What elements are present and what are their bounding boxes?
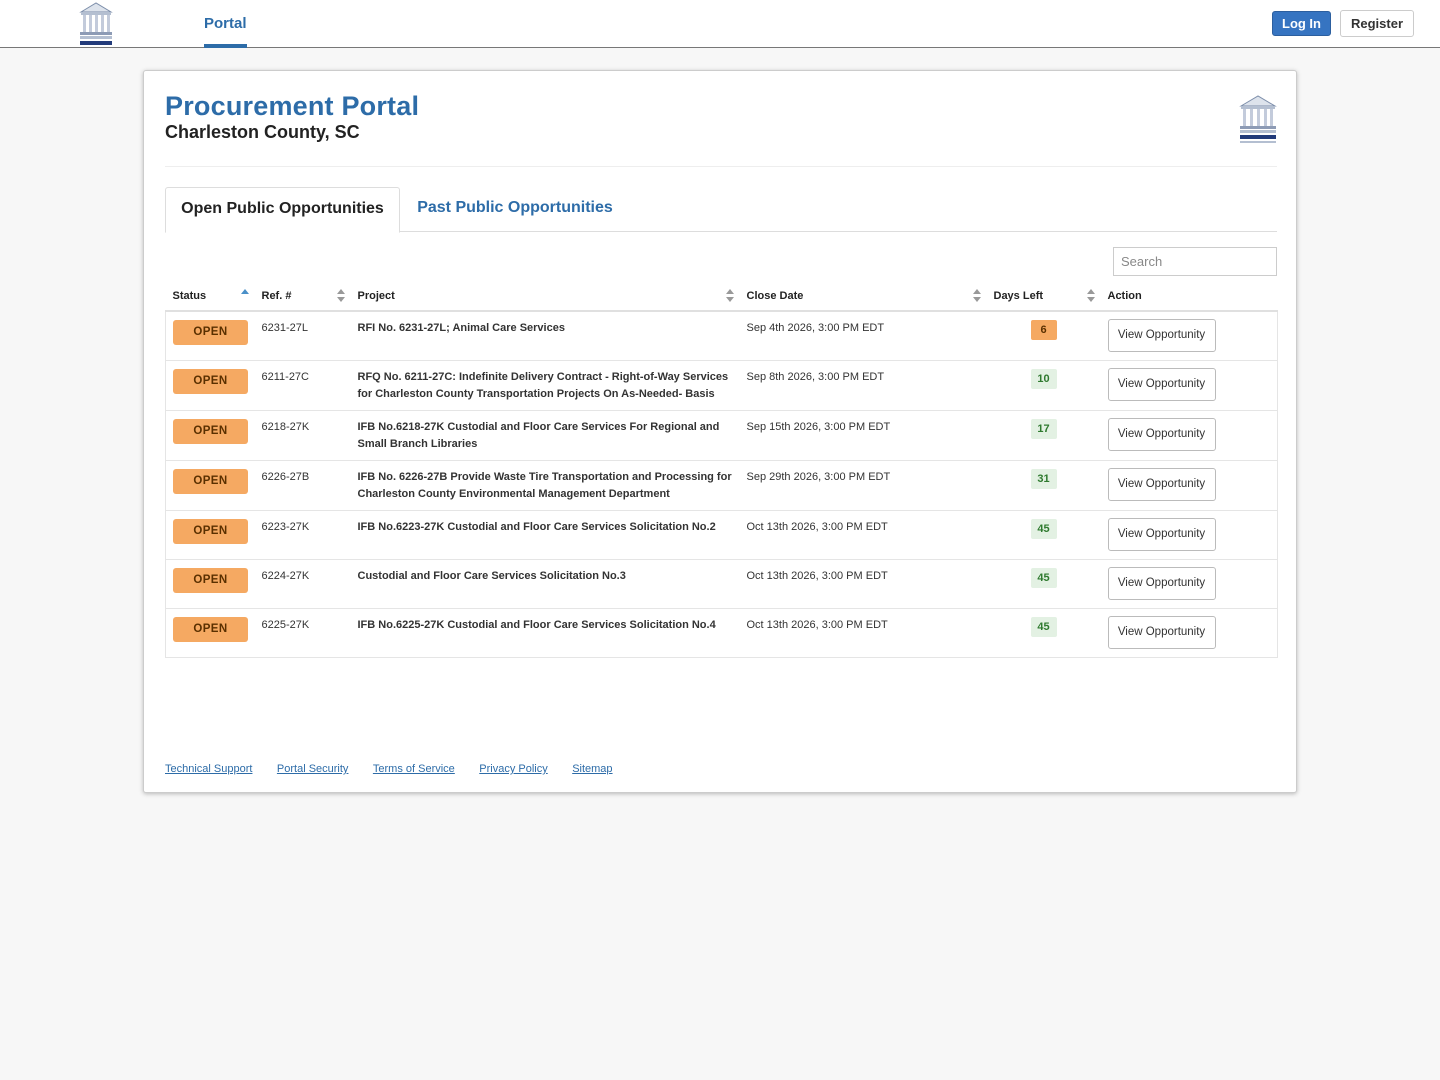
- table-header-row: Status Ref. # Project Close Date Days Le…: [165, 281, 1278, 312]
- close-date: Sep 8th 2026, 3:00 PM EDT: [739, 360, 987, 411]
- column-header-label: Days Left: [993, 289, 1044, 302]
- column-header-label: Project: [357, 289, 395, 302]
- footer-link-sitemap[interactable]: Sitemap: [572, 763, 612, 775]
- status-badge: OPEN: [173, 320, 248, 345]
- column-header-label: Close Date: [746, 289, 804, 302]
- days-left-badge: 17: [1030, 419, 1057, 439]
- sort-icon: [972, 289, 981, 303]
- sort-icon: [1086, 289, 1095, 303]
- column-header-label: Status: [172, 289, 207, 302]
- column-header-project[interactable]: Project: [350, 281, 740, 312]
- status-badge: OPEN: [173, 519, 248, 544]
- charleston-county-seal-icon: [1239, 95, 1277, 143]
- nav-tab-portal[interactable]: Portal: [204, 0, 247, 48]
- close-date: Oct 13th 2026, 3:00 PM EDT: [739, 559, 987, 609]
- charleston-county-seal-icon[interactable]: [78, 0, 114, 47]
- days-left-badge: 45: [1030, 568, 1057, 588]
- days-left-badge: 45: [1030, 519, 1057, 539]
- view-opportunity-button[interactable]: View Opportunity: [1107, 567, 1216, 600]
- table-row: OPEN 6226-27B IFB No. 6226-27B Provide W…: [165, 460, 1278, 511]
- column-header-label: Ref. #: [261, 289, 292, 302]
- column-header-close-date[interactable]: Close Date: [739, 281, 987, 312]
- header-divider: [165, 166, 1277, 167]
- view-opportunity-button[interactable]: View Opportunity: [1107, 368, 1216, 401]
- status-badge: OPEN: [173, 419, 248, 444]
- project-title: IFB No.6223-27K Custodial and Floor Care…: [350, 510, 740, 560]
- login-button[interactable]: Log In: [1272, 11, 1331, 36]
- opportunities-table: Status Ref. # Project Close Date Days Le…: [165, 281, 1278, 658]
- project-title: IFB No.6218-27K Custodial and Floor Care…: [350, 410, 740, 461]
- close-date: Sep 15th 2026, 3:00 PM EDT: [739, 410, 987, 461]
- status-badge: OPEN: [173, 369, 248, 394]
- project-title: RFQ No. 6211-27C: Indefinite Delivery Co…: [350, 360, 740, 411]
- ref-number: 6218-27K: [254, 410, 351, 461]
- view-opportunity-button[interactable]: View Opportunity: [1107, 319, 1216, 352]
- footer-link-technical-support[interactable]: Technical Support: [165, 763, 252, 775]
- sort-icon: [336, 289, 345, 303]
- register-button[interactable]: Register: [1340, 10, 1414, 37]
- footer-link-portal-security[interactable]: Portal Security: [277, 763, 349, 775]
- table-row: OPEN 6231-27L RFI No. 6231-27L; Animal C…: [165, 310, 1278, 361]
- project-title: RFI No. 6231-27L; Animal Care Services: [350, 310, 740, 361]
- sort-icon: [725, 289, 734, 303]
- status-badge: OPEN: [173, 568, 248, 593]
- footer-links: Technical Support Portal Security Terms …: [165, 759, 633, 775]
- table-row: OPEN 6223-27K IFB No.6223-27K Custodial …: [165, 510, 1278, 560]
- ref-number: 6225-27K: [254, 608, 351, 658]
- close-date: Oct 13th 2026, 3:00 PM EDT: [739, 510, 987, 560]
- sort-ascending-icon: [240, 289, 249, 303]
- table-row: OPEN 6218-27K IFB No.6218-27K Custodial …: [165, 410, 1278, 461]
- close-date: Sep 29th 2026, 3:00 PM EDT: [739, 460, 987, 511]
- table-row: OPEN 6224-27K Custodial and Floor Care S…: [165, 559, 1278, 609]
- column-header-days-left[interactable]: Days Left: [986, 281, 1101, 312]
- days-left-badge: 10: [1030, 369, 1057, 389]
- project-title: IFB No.6225-27K Custodial and Floor Care…: [350, 608, 740, 658]
- project-title: Custodial and Floor Care Services Solici…: [350, 559, 740, 609]
- table-row: OPEN 6211-27C RFQ No. 6211-27C: Indefini…: [165, 360, 1278, 411]
- footer-link-terms-of-service[interactable]: Terms of Service: [373, 763, 455, 775]
- column-header-action: Action: [1100, 281, 1278, 312]
- view-opportunity-button[interactable]: View Opportunity: [1107, 468, 1216, 501]
- tab-past-opportunities[interactable]: Past Public Opportunities: [400, 187, 630, 231]
- days-left-badge: 45: [1030, 617, 1057, 637]
- main-card: Procurement Portal Charleston County, SC…: [143, 70, 1297, 793]
- page-subtitle: Charleston County, SC: [165, 122, 360, 142]
- view-opportunity-button[interactable]: View Opportunity: [1107, 518, 1216, 551]
- column-header-status[interactable]: Status: [165, 281, 255, 312]
- page-title: Procurement Portal: [165, 91, 420, 121]
- top-navbar: Portal Log In Register: [0, 0, 1440, 48]
- ref-number: 6231-27L: [254, 310, 351, 361]
- status-badge: OPEN: [173, 469, 248, 494]
- ref-number: 6211-27C: [254, 360, 351, 411]
- close-date: Oct 13th 2026, 3:00 PM EDT: [739, 608, 987, 658]
- days-left-badge: 31: [1030, 469, 1057, 489]
- footer-link-privacy-policy[interactable]: Privacy Policy: [479, 763, 547, 775]
- close-date: Sep 4th 2026, 3:00 PM EDT: [739, 310, 987, 361]
- table-row: OPEN 6225-27K IFB No.6225-27K Custodial …: [165, 608, 1278, 658]
- ref-number: 6223-27K: [254, 510, 351, 560]
- ref-number: 6226-27B: [254, 460, 351, 511]
- search-input[interactable]: [1113, 247, 1277, 276]
- view-opportunity-button[interactable]: View Opportunity: [1107, 418, 1216, 451]
- status-badge: OPEN: [173, 617, 248, 642]
- column-header-ref[interactable]: Ref. #: [254, 281, 351, 312]
- tab-open-opportunities[interactable]: Open Public Opportunities: [165, 187, 400, 233]
- view-opportunity-button[interactable]: View Opportunity: [1107, 616, 1216, 649]
- ref-number: 6224-27K: [254, 559, 351, 609]
- column-header-label: Action: [1107, 289, 1142, 302]
- project-title: IFB No. 6226-27B Provide Waste Tire Tran…: [350, 460, 740, 511]
- days-left-badge: 6: [1030, 320, 1057, 340]
